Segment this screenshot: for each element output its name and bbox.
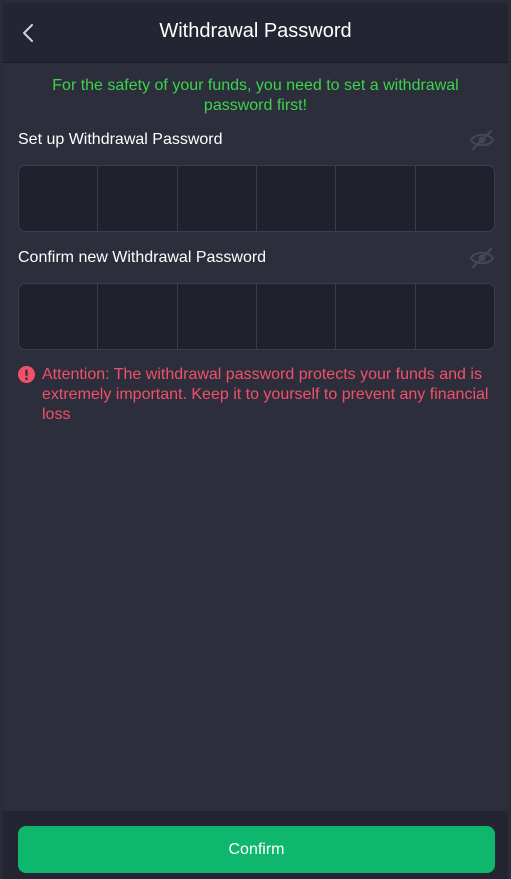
setup-password-input[interactable]: [18, 165, 495, 232]
pin-cell[interactable]: [416, 284, 494, 349]
pin-cell[interactable]: [336, 284, 416, 349]
pin-cell[interactable]: [19, 284, 99, 349]
alert-icon: [18, 366, 35, 383]
setup-password-label: Set up Withdrawal Password: [18, 131, 223, 148]
toggle-visibility-button[interactable]: [469, 247, 495, 269]
attention-text: Attention: The withdrawal password prote…: [42, 366, 489, 423]
pin-cell[interactable]: [98, 166, 178, 231]
page-title: Withdrawal Password: [159, 20, 352, 42]
pin-cell[interactable]: [19, 166, 99, 231]
eye-closed-icon: [469, 129, 495, 151]
pin-cell[interactable]: [257, 284, 337, 349]
pin-cell[interactable]: [336, 166, 416, 231]
attention-message: Attention: The withdrawal password prote…: [18, 365, 498, 425]
pin-cell[interactable]: [178, 166, 257, 231]
pin-cell[interactable]: [257, 166, 337, 231]
pin-cell[interactable]: [98, 284, 178, 349]
header-bar: Withdrawal Password: [3, 3, 508, 63]
safety-notice: For the safety of your funds, you need t…: [52, 77, 459, 114]
confirm-button[interactable]: Confirm: [18, 826, 495, 873]
confirm-password-label: Confirm new Withdrawal Password: [18, 249, 267, 266]
pin-cell[interactable]: [416, 166, 494, 231]
footer-bar: Confirm: [3, 811, 508, 879]
toggle-visibility-button[interactable]: [469, 129, 495, 151]
confirm-password-input[interactable]: [18, 283, 495, 350]
pin-cell[interactable]: [178, 284, 257, 349]
eye-closed-icon: [469, 247, 495, 269]
page: Withdrawal Password For the safety of yo…: [3, 3, 508, 879]
